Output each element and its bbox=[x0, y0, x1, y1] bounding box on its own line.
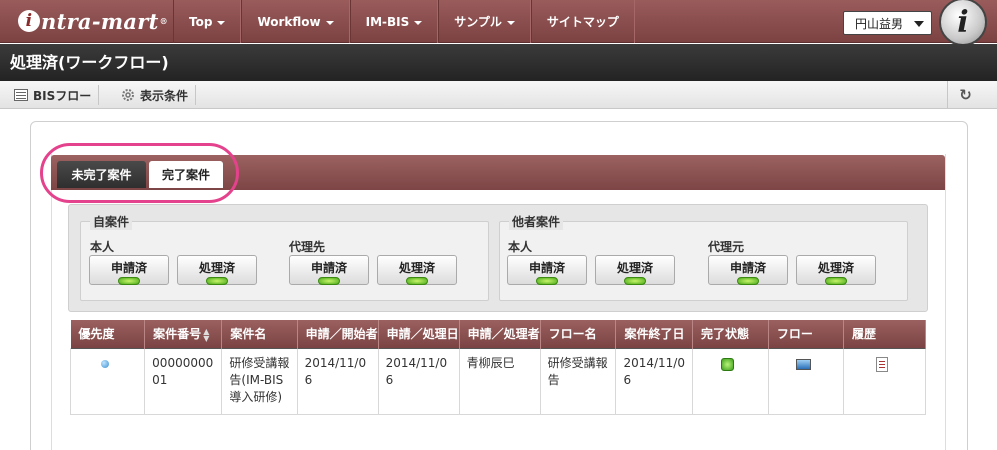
nav-item-sitemap[interactable]: サイトマップ bbox=[530, 0, 635, 43]
status-led-icon bbox=[536, 277, 558, 285]
processor-cell: 青柳辰巳 bbox=[459, 347, 541, 415]
column-header-priority[interactable]: 優先度 bbox=[70, 320, 146, 348]
nav-item-top[interactable]: Top bbox=[173, 0, 242, 43]
status-led-icon bbox=[737, 277, 759, 285]
process-date-cell: 2014/11/06 bbox=[378, 347, 460, 415]
start-date-cell: 2014/11/06 bbox=[297, 347, 379, 415]
nav-item-sample[interactable]: サンプル bbox=[438, 0, 531, 43]
own-proxy-processed-button[interactable]: 処理済 bbox=[377, 255, 457, 285]
flow-cell bbox=[768, 347, 844, 415]
others-proxy-processed-button[interactable]: 処理済 bbox=[796, 255, 876, 285]
chevron-down-icon bbox=[914, 21, 924, 27]
button-label: 処理済 bbox=[616, 261, 653, 275]
flow-image-icon[interactable] bbox=[795, 358, 811, 370]
others-proxy-label: 代理元 bbox=[708, 240, 745, 254]
others-self-processed-button[interactable]: 処理済 bbox=[595, 255, 675, 285]
others-self-label: 本人 bbox=[508, 240, 533, 254]
status-led-icon bbox=[318, 277, 340, 285]
table-header-row: 優先度 案件番号 ▲ ▼ 案件名 申請／開始者 申請／処理日 申請／処理者 フロー名… bbox=[70, 320, 927, 348]
top-navigation-bar: i ntra-mart ® Top Workflow IM-BIS サンプル サイト… bbox=[0, 0, 997, 46]
case-list-table: 優先度 案件番号 ▲ ▼ 案件名 申請／開始者 申請／処理日 申請／処理者 フロー名… bbox=[69, 320, 927, 415]
status-led-icon bbox=[825, 277, 847, 285]
others-self-applied-button[interactable]: 申請済 bbox=[507, 255, 587, 285]
own-proxy-applied-button[interactable]: 申請済 bbox=[289, 255, 369, 285]
main-menu: Top Workflow IM-BIS サンプル サイトマップ bbox=[173, 0, 635, 43]
chevron-down-icon bbox=[506, 20, 515, 25]
chevron-down-icon bbox=[217, 20, 226, 25]
completion-status-cell bbox=[692, 347, 769, 415]
button-label: 申請済 bbox=[528, 261, 565, 275]
button-label: 処理済 bbox=[398, 261, 435, 275]
button-label: 申請済 bbox=[310, 261, 347, 275]
logo-text: ntra-mart bbox=[41, 8, 159, 34]
nav-item-label: サンプル bbox=[454, 15, 502, 29]
chevron-down-icon bbox=[414, 20, 423, 25]
button-label: 申請済 bbox=[729, 261, 766, 275]
column-header-completion-status[interactable]: 完了状態 bbox=[692, 320, 769, 348]
display-condition-button[interactable]: 表示条件 bbox=[121, 81, 197, 109]
gear-icon bbox=[122, 89, 134, 101]
refresh-button[interactable]: ↻ bbox=[947, 81, 983, 109]
list-icon bbox=[14, 89, 28, 101]
column-header-applicant[interactable]: 申請／開始者 bbox=[297, 320, 379, 348]
user-menu-dropdown[interactable]: 円山益男 bbox=[843, 11, 932, 35]
column-header-history[interactable]: 履歴 bbox=[843, 320, 927, 348]
column-header-case-number[interactable]: 案件番号 ▲ ▼ bbox=[144, 320, 223, 348]
column-header-end-date[interactable]: 案件終了日 bbox=[615, 320, 693, 348]
nav-item-im-bis[interactable]: IM-BIS bbox=[349, 0, 439, 43]
end-date-cell: 2014/11/06 bbox=[615, 347, 693, 415]
column-header-case-name[interactable]: 案件名 bbox=[221, 320, 298, 348]
column-header-flow-name[interactable]: フロー名 bbox=[540, 320, 617, 348]
bis-flow-label: BISフロー bbox=[33, 88, 92, 103]
flow-name-cell: 研修受講報告 bbox=[540, 347, 617, 415]
table-row[interactable]: 0000000001 研修受講報告(IM-BIS導入研修) 2014/11/06… bbox=[69, 347, 927, 415]
bis-flow-button[interactable]: BISフロー bbox=[14, 81, 100, 109]
nav-item-label: Top bbox=[189, 14, 213, 29]
priority-cell bbox=[69, 347, 146, 415]
chevron-down-icon bbox=[325, 20, 334, 25]
column-header-processor[interactable]: 申請／処理者 bbox=[459, 320, 541, 348]
own-self-label: 本人 bbox=[90, 240, 115, 254]
priority-dot-icon bbox=[101, 359, 110, 368]
own-self-processed-button[interactable]: 処理済 bbox=[177, 255, 257, 285]
own-cases-legend: 自案件 bbox=[90, 213, 133, 230]
status-led-icon bbox=[406, 277, 428, 285]
history-icon[interactable] bbox=[875, 356, 888, 372]
nav-item-label: サイトマップ bbox=[546, 15, 619, 29]
own-proxy-label: 代理先 bbox=[289, 240, 326, 254]
own-self-applied-button[interactable]: 申請済 bbox=[89, 255, 169, 285]
toolbar-divider bbox=[98, 85, 100, 105]
user-name: 円山益男 bbox=[855, 16, 904, 31]
logo-initial: i bbox=[18, 10, 40, 32]
registered-mark: ® bbox=[159, 16, 168, 26]
column-header-flow[interactable]: フロー bbox=[768, 320, 844, 348]
button-label: 申請済 bbox=[110, 261, 147, 275]
case-name-cell: 研修受講報告(IM-BIS導入研修) bbox=[221, 347, 298, 415]
button-label: 処理済 bbox=[817, 261, 854, 275]
button-label: 処理済 bbox=[198, 261, 235, 275]
history-cell bbox=[843, 347, 927, 415]
toolbar-divider bbox=[195, 85, 197, 105]
others-cases-legend: 他者案件 bbox=[509, 213, 564, 230]
nav-item-label: IM-BIS bbox=[365, 14, 410, 29]
intra-mart-emblem-icon[interactable]: i bbox=[939, 0, 987, 46]
toolbar: BISフロー 表示条件 ↻ bbox=[0, 81, 997, 109]
sort-icon[interactable]: ▲ ▼ bbox=[203, 327, 209, 342]
case-number-cell: 0000000001 bbox=[144, 347, 223, 415]
column-header-label: 案件番号 bbox=[153, 327, 202, 342]
display-condition-label: 表示条件 bbox=[140, 88, 189, 103]
refresh-icon: ↻ bbox=[959, 86, 972, 104]
emblem-letter: i bbox=[957, 4, 969, 40]
nav-item-workflow[interactable]: Workflow bbox=[241, 0, 350, 43]
status-led-icon bbox=[206, 277, 228, 285]
status-led-icon bbox=[624, 277, 646, 285]
page-title: 処理済(ワークフロー) bbox=[0, 44, 997, 81]
nav-item-label: Workflow bbox=[257, 14, 321, 29]
column-header-process-date[interactable]: 申請／処理日 bbox=[378, 320, 460, 348]
status-led-icon bbox=[118, 277, 140, 285]
highlight-annotation bbox=[40, 143, 239, 203]
intra-mart-logo[interactable]: i ntra-mart ® bbox=[18, 6, 168, 36]
others-proxy-applied-button[interactable]: 申請済 bbox=[708, 255, 788, 285]
complete-status-icon[interactable] bbox=[721, 357, 735, 371]
